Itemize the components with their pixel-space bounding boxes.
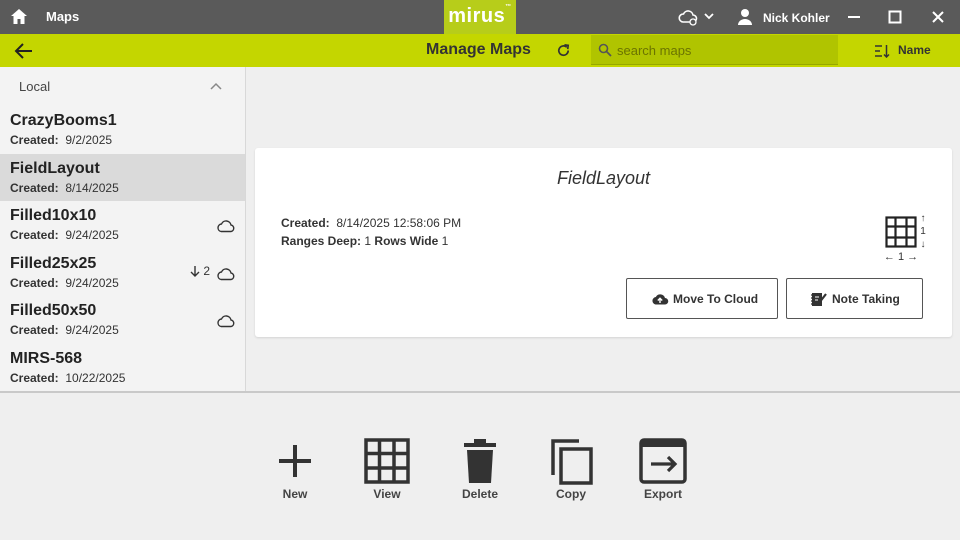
delete-button[interactable]: Delete [445,437,515,507]
cloud-icon [217,268,235,281]
detail-created: Created: 8/14/2025 12:58:06 PM [281,216,462,230]
search-box[interactable] [591,35,838,65]
note-taking-button[interactable]: Note Taking [786,278,923,319]
map-list-sidebar: Local CrazyBooms1 Created: 9/2/2025 Fiel… [0,67,246,391]
export-button[interactable]: Export [628,437,698,507]
sort-label: Name [898,43,931,57]
cloud-icon [217,220,235,233]
user-icon[interactable] [737,8,753,25]
minimize-icon[interactable] [846,9,862,25]
cloud-icon [217,315,235,328]
bottom-toolbar: New View Delete Copy Export [0,393,960,540]
chevron-down-icon[interactable] [703,10,715,22]
plus-icon [279,445,311,477]
trash-icon [464,439,496,483]
detail-title: FieldLayout [556,168,651,188]
list-item-selected[interactable]: FieldLayout Created: 8/14/2025 [0,154,245,201]
grid-wide-indicator: ← 1 → [883,251,919,263]
page-title: Manage Maps [426,41,531,58]
list-item[interactable]: CrazyBooms1 Created: 9/2/2025 [0,106,245,153]
cloud-upload-icon [652,294,669,305]
download-count: 2 [190,264,210,278]
search-input[interactable] [617,40,827,60]
map-created: Created: 8/14/2025 [10,181,119,195]
move-to-cloud-button[interactable]: Move To Cloud [626,278,778,319]
copy-icon [551,439,593,485]
grid-rows-indicator: ↑ 1 ↓ [920,213,926,250]
view-button[interactable]: View [352,437,422,507]
map-name: FieldLayout [10,160,100,177]
map-name: Filled10x10 [10,207,97,224]
detail-dimensions: Ranges Deep: 1 Rows Wide 1 [281,234,449,248]
list-item[interactable]: Filled25x25 Created: 9/24/2025 2 [0,249,245,296]
map-created: Created: 9/24/2025 [10,276,119,290]
grid-preview-icon [885,216,917,248]
new-label: New [282,487,308,501]
back-arrow-icon[interactable] [14,42,34,60]
home-icon[interactable] [9,7,29,27]
list-item[interactable]: Filled10x10 Created: 9/24/2025 [0,201,245,248]
map-name: MIRS-568 [10,350,83,367]
app-title: Maps [46,9,80,24]
group-header-local[interactable]: Local [0,67,245,105]
user-name[interactable]: Nick Kohler [763,11,830,25]
map-created: Created: 9/24/2025 [10,323,119,337]
export-icon [639,438,687,484]
view-label: View [373,487,401,501]
search-icon [598,43,612,57]
refresh-icon[interactable] [556,43,571,58]
export-label: Export [643,487,682,501]
map-detail-card: FieldLayout Created: 8/14/2025 12:58:06 … [255,148,952,337]
list-item[interactable]: MIRS-568 Created: 10/22/2025 [0,344,245,391]
list-item[interactable]: Filled50x50 Created: 9/24/2025 [0,296,245,343]
close-icon[interactable] [930,9,946,25]
mirus-logo: mirus™ [444,0,516,34]
map-name: Filled25x25 [10,255,97,272]
new-button[interactable]: New [260,437,330,507]
copy-button[interactable]: Copy [536,437,606,507]
copy-label: Copy [556,487,586,501]
map-created: Created: 9/24/2025 [10,228,119,242]
download-arrow-icon [190,266,200,277]
chevron-up-icon[interactable] [210,82,222,90]
cloud-sync-icon[interactable] [678,8,698,26]
title-bar: Maps mirus™ Nick Kohler [0,0,960,34]
map-name: Filled50x50 [10,302,97,319]
maximize-icon[interactable] [887,9,903,25]
map-created: Created: 10/22/2025 [10,371,126,385]
map-name: CrazyBooms1 [10,112,117,129]
grid-icon [364,438,410,484]
delete-label: Delete [461,487,499,501]
map-created: Created: 9/2/2025 [10,133,113,147]
note-taking-icon [811,293,827,306]
group-label: Local [19,79,51,94]
sort-icon [875,45,890,58]
